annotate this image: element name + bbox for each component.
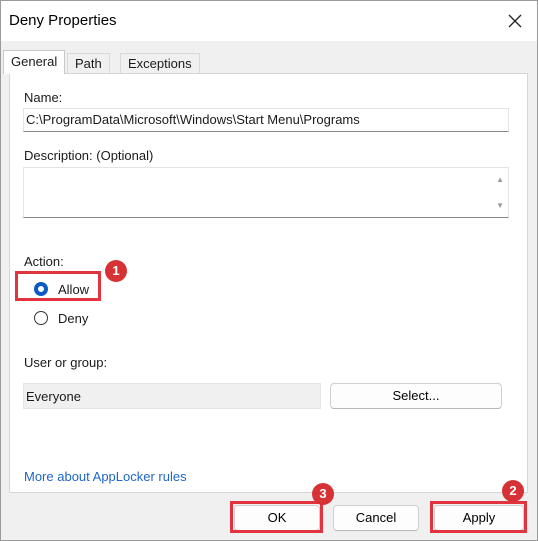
name-label: Name: [24,90,63,105]
step-badge-2: 2 [502,480,524,502]
tab-general[interactable]: General [3,50,66,74]
action-label: Action: [24,254,64,269]
tab-path[interactable]: Path [67,53,110,73]
deny-properties-dialog: Deny Properties General Path Exceptions … [0,0,538,541]
close-button[interactable] [493,1,537,41]
scroll-up-icon[interactable]: ▲ [496,176,504,184]
tab-exceptions[interactable]: Exceptions [120,53,200,73]
radio-unchecked-icon [34,311,48,325]
description-label: Description: (Optional) [24,148,154,163]
general-panel: Name: C:\ProgramData\Microsoft\Windows\S… [9,73,528,493]
cancel-button[interactable]: Cancel [333,505,419,531]
tab-strip: General Path Exceptions [1,41,537,74]
scroll-down-icon[interactable]: ▼ [496,202,504,210]
ok-button[interactable]: OK [234,505,320,531]
window-title: Deny Properties [9,12,117,29]
user-group-field: Everyone [23,383,321,409]
apply-button[interactable]: Apply [434,505,524,531]
radio-allow-label: Allow [58,281,90,297]
radio-checked-icon [34,282,48,296]
close-icon [508,14,522,28]
radio-deny[interactable]: Deny [34,307,88,329]
description-field[interactable]: ▲ ▼ [23,167,509,218]
applocker-rules-link[interactable]: More about AppLocker rules [24,469,187,484]
select-button[interactable]: Select... [330,383,502,409]
user-group-label: User or group: [24,355,108,370]
step-badge-1: 1 [105,260,127,282]
step-badge-3: 3 [312,483,334,505]
title-bar: Deny Properties [1,1,537,41]
radio-allow[interactable]: Allow [34,278,89,300]
radio-deny-label: Deny [58,310,89,326]
name-field[interactable]: C:\ProgramData\Microsoft\Windows\Start M… [23,108,509,132]
